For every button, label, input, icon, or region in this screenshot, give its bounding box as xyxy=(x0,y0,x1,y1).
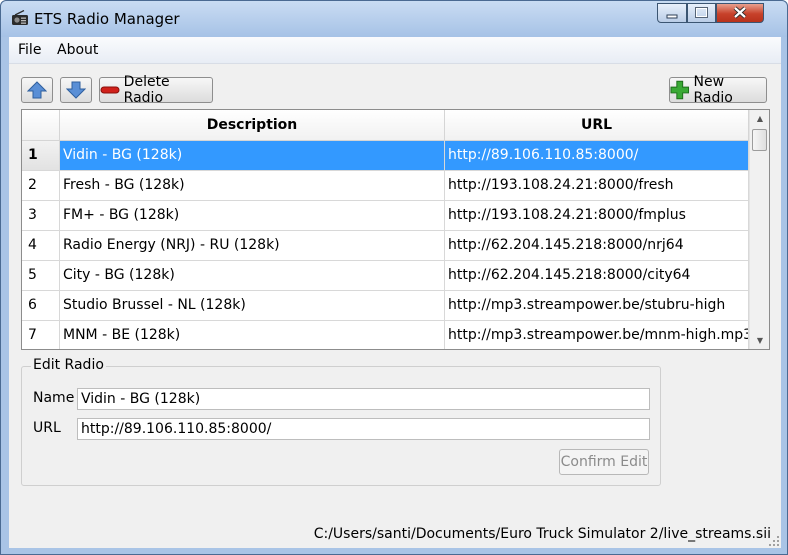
url-label: URL xyxy=(33,420,61,436)
column-header-url[interactable]: URL xyxy=(445,110,749,140)
description-cell[interactable]: FM+ - BG (128k) xyxy=(60,201,445,230)
row-number[interactable]: 6 xyxy=(22,291,60,320)
table-row[interactable]: 2 Fresh - BG (128k) http://193.108.24.21… xyxy=(22,171,749,201)
scroll-down-arrow-icon[interactable]: ▼ xyxy=(750,332,769,349)
table-row[interactable]: 5 City - BG (128k) http://62.204.145.218… xyxy=(22,261,749,291)
table-row[interactable]: 6 Studio Brussel - NL (128k) http://mp3.… xyxy=(22,291,749,321)
table-row[interactable]: 4 Radio Energy (NRJ) - RU (128k) http://… xyxy=(22,231,749,261)
url-cell[interactable]: http://mp3.streampower.be/stubru-high xyxy=(445,291,749,320)
corner-header[interactable] xyxy=(22,110,60,140)
menu-about[interactable]: About xyxy=(57,42,98,58)
minimize-button[interactable] xyxy=(657,3,687,23)
delete-radio-button[interactable]: Delete Radio xyxy=(99,74,213,106)
minus-icon xyxy=(100,86,120,94)
arrow-down-icon xyxy=(66,81,86,99)
url-cell[interactable]: http://62.204.145.218:8000/city64 xyxy=(445,261,749,290)
description-cell[interactable]: Fresh - BG (128k) xyxy=(60,171,445,200)
url-cell[interactable]: http://62.204.145.218:8000/nrj64 xyxy=(445,231,749,260)
close-button[interactable] xyxy=(716,3,764,23)
scroll-up-arrow-icon[interactable]: ▲ xyxy=(750,110,769,127)
table-row[interactable]: 7 MNM - BE (128k) http://mp3.streampower… xyxy=(22,321,749,349)
move-up-button[interactable] xyxy=(21,77,53,103)
table-header: Description URL xyxy=(22,110,749,141)
url-input[interactable]: http://89.106.110.85:8000/ xyxy=(77,418,650,440)
app-window: ETS Radio Manager File About Delete Radi… xyxy=(0,0,788,555)
new-radio-button[interactable]: New Radio xyxy=(669,74,767,106)
table-row[interactable]: 3 FM+ - BG (128k) http://193.108.24.21:8… xyxy=(22,201,749,231)
close-icon xyxy=(733,6,747,19)
file-path-status: C:/Users/santi/Documents/Euro Truck Simu… xyxy=(313,526,771,542)
title-bar[interactable]: ETS Radio Manager xyxy=(1,1,787,37)
plus-icon xyxy=(670,80,690,100)
row-number[interactable]: 3 xyxy=(22,201,60,230)
maximize-icon xyxy=(695,7,708,18)
url-cell[interactable]: http://193.108.24.21:8000/fresh xyxy=(445,171,749,200)
column-header-description[interactable]: Description xyxy=(60,110,445,140)
radio-table: Description URL 1 Vidin - BG (128k) http… xyxy=(21,109,770,350)
name-label: Name xyxy=(33,390,75,406)
confirm-edit-button[interactable]: Confirm Edit xyxy=(559,449,649,475)
delete-radio-label: Delete Radio xyxy=(123,74,170,106)
description-cell[interactable]: Radio Energy (NRJ) - RU (128k) xyxy=(60,231,445,260)
url-cell[interactable]: http://mp3.streampower.be/mnm-high.mp3 xyxy=(445,321,749,349)
url-cell[interactable]: http://193.108.24.21:8000/fmplus xyxy=(445,201,749,230)
maximize-button[interactable] xyxy=(687,3,716,23)
minimize-icon xyxy=(666,14,678,19)
menu-bar: File About xyxy=(9,37,781,64)
url-cell[interactable]: http://89.106.110.85:8000/ xyxy=(445,141,749,170)
table-row[interactable]: 1 Vidin - BG (128k) http://89.106.110.85… xyxy=(22,141,749,171)
description-cell[interactable]: City - BG (128k) xyxy=(60,261,445,290)
new-radio-label: New Radio xyxy=(693,74,733,106)
resize-grip-icon[interactable] xyxy=(768,535,780,547)
vertical-scrollbar[interactable]: ▲ ▼ xyxy=(749,110,769,349)
radio-icon xyxy=(12,10,28,25)
client-area: File About Delete Radio New Radio Descri… xyxy=(9,37,781,548)
name-input[interactable]: Vidin - BG (128k) xyxy=(77,388,650,410)
description-cell[interactable]: MNM - BE (128k) xyxy=(60,321,445,349)
scroll-thumb[interactable] xyxy=(752,129,767,151)
arrow-up-icon xyxy=(27,81,47,99)
description-cell[interactable]: Vidin - BG (128k) xyxy=(60,141,445,170)
move-down-button[interactable] xyxy=(60,77,92,103)
edit-radio-group-title: Edit Radio xyxy=(31,357,106,373)
description-cell[interactable]: Studio Brussel - NL (128k) xyxy=(60,291,445,320)
row-number[interactable]: 1 xyxy=(22,141,60,170)
row-number[interactable]: 5 xyxy=(22,261,60,290)
menu-file[interactable]: File xyxy=(18,42,41,58)
row-number[interactable]: 2 xyxy=(22,171,60,200)
row-number[interactable]: 4 xyxy=(22,231,60,260)
row-number[interactable]: 7 xyxy=(22,321,60,349)
window-title: ETS Radio Manager xyxy=(34,10,180,28)
